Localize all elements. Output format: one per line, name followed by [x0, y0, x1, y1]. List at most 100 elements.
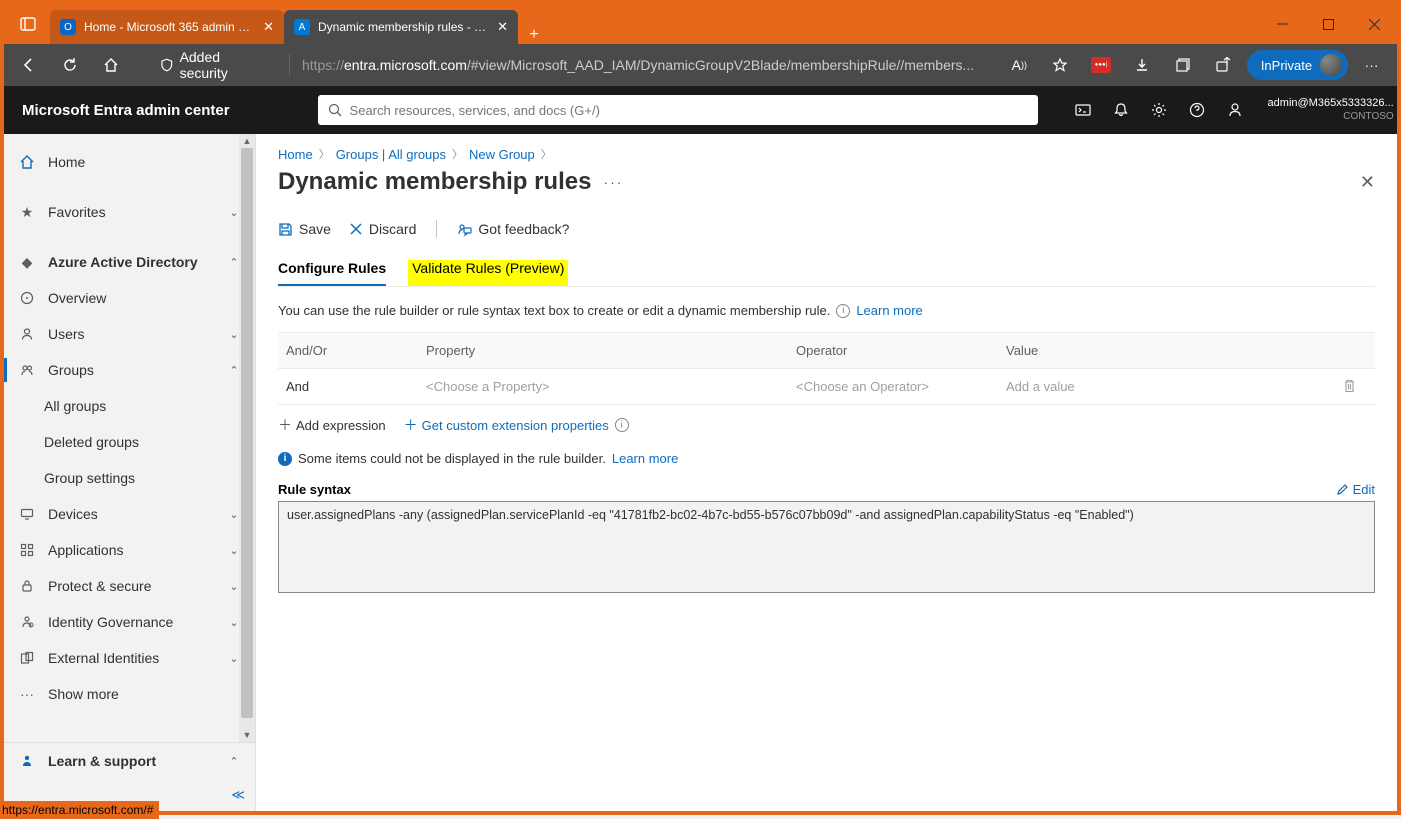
breadcrumb-groups[interactable]: Groups | All groups — [336, 147, 446, 162]
window-close-button[interactable] — [1351, 4, 1397, 44]
sidebar: Home ★ Favorites ⌄ ◆ Azure Active Direct… — [4, 134, 256, 811]
notifications-icon[interactable] — [1104, 86, 1138, 134]
sidebar-item-applications[interactable]: Applications ⌄ — [4, 532, 255, 568]
chevron-right-icon: 〉 — [541, 146, 552, 162]
add-expression-button[interactable]: ＋ Add expression — [278, 415, 386, 435]
learn-more-link[interactable]: Learn more — [856, 303, 922, 318]
portal-user[interactable]: admin@M365x5333326... CONTOSO — [1268, 95, 1401, 125]
save-button[interactable]: Save — [278, 221, 331, 237]
browser-tab-entra[interactable]: A Dynamic membership rules - Mic ✕ — [284, 10, 518, 44]
delete-row-button[interactable] — [1335, 369, 1375, 404]
sidebar-scrollbar[interactable]: ▲ ▼ — [239, 134, 255, 742]
page-title: Dynamic membership rules — [278, 168, 591, 196]
tab-actions-icon[interactable] — [10, 4, 46, 44]
favorites-icon[interactable] — [1043, 47, 1078, 83]
scroll-thumb[interactable] — [241, 148, 253, 718]
browser-titlebar: O Home - Microsoft 365 admin cen ✕ A Dyn… — [4, 4, 1397, 44]
sidebar-item-favorites[interactable]: ★ Favorites ⌄ — [4, 194, 255, 230]
portal-search[interactable] — [318, 95, 1038, 125]
rule-builder-table: And/Or Property Operator Value And <Choo… — [278, 332, 1375, 405]
sidebar-item-devices[interactable]: Devices ⌄ — [4, 496, 255, 532]
sidebar-item-aad[interactable]: ◆ Azure Active Directory ⌃ — [4, 244, 255, 280]
sidebar-item-identity-governance[interactable]: Identity Governance ⌄ — [4, 604, 255, 640]
governance-icon — [18, 615, 36, 629]
sidebar-label: Show more — [48, 686, 119, 702]
downloads-icon[interactable] — [1124, 47, 1159, 83]
help-icon[interactable] — [1180, 86, 1214, 134]
tab-validate-rules[interactable]: Validate Rules (Preview) — [408, 260, 568, 286]
new-tab-button[interactable]: + — [518, 26, 550, 44]
close-blade-button[interactable]: ✕ — [1360, 172, 1375, 193]
sidebar-item-protect[interactable]: Protect & secure ⌄ — [4, 568, 255, 604]
portal-title: Microsoft Entra admin center — [22, 102, 230, 119]
close-tab-icon[interactable]: ✕ — [497, 19, 508, 35]
sidebar-item-home[interactable]: Home — [4, 144, 255, 180]
feedback-icon[interactable] — [1218, 86, 1252, 134]
lock-icon — [18, 579, 36, 593]
info-icon[interactable]: i — [615, 418, 629, 432]
back-button[interactable] — [12, 47, 47, 83]
feedback-button[interactable]: Got feedback? — [457, 221, 569, 237]
trash-icon — [1343, 379, 1356, 393]
content-pane: Home 〉 Groups | All groups 〉 New Group 〉… — [256, 134, 1397, 811]
sidebar-sub-all-groups[interactable]: All groups — [4, 388, 255, 424]
col-property: Property — [418, 333, 788, 368]
discard-icon — [349, 222, 363, 236]
cell-andor[interactable]: And — [278, 369, 418, 404]
window-minimize-button[interactable] — [1259, 4, 1305, 44]
collections-icon[interactable] — [1165, 47, 1200, 83]
sidebar-label: Home — [48, 154, 85, 170]
inprivate-label: InPrivate — [1261, 58, 1312, 73]
settings-icon[interactable] — [1142, 86, 1176, 134]
search-input[interactable] — [350, 103, 1028, 118]
info-learn-more-link[interactable]: Learn more — [612, 451, 678, 466]
sidebar-item-groups[interactable]: Groups ⌃ — [4, 352, 255, 388]
security-badge[interactable]: Added security — [152, 49, 277, 81]
discard-button[interactable]: Discard — [349, 221, 416, 237]
read-aloud-icon[interactable]: A)) — [1002, 47, 1037, 83]
window-maximize-button[interactable] — [1305, 4, 1351, 44]
sidebar-item-users[interactable]: Users ⌄ — [4, 316, 255, 352]
sidebar-label: Identity Governance — [48, 614, 173, 630]
breadcrumb-newgroup[interactable]: New Group — [469, 147, 535, 162]
close-tab-icon[interactable]: ✕ — [263, 19, 274, 35]
sidebar-label: Protect & secure — [48, 578, 152, 594]
home-button[interactable] — [94, 47, 129, 83]
sidebar-item-learn[interactable]: Learn & support ⌃ — [4, 743, 255, 779]
address-bar[interactable]: https://entra.microsoft.com/#view/Micros… — [302, 50, 990, 80]
sidebar-label: Users — [48, 326, 85, 342]
inprivate-badge[interactable]: InPrivate — [1247, 50, 1348, 80]
portal-header: Microsoft Entra admin center admin@M365x… — [4, 86, 1397, 134]
rule-syntax-label: Rule syntax — [278, 482, 351, 497]
rule-row: And <Choose a Property> <Choose an Opera… — [278, 369, 1375, 404]
more-actions-icon[interactable]: ··· — [603, 174, 623, 190]
tab-configure-rules[interactable]: Configure Rules — [278, 260, 386, 286]
plus-icon: ＋ — [278, 415, 292, 435]
breadcrumb-home[interactable]: Home — [278, 147, 313, 162]
sidebar-item-external-identities[interactable]: External Identities ⌄ — [4, 640, 255, 676]
home-icon — [18, 154, 36, 170]
cell-operator[interactable]: <Choose an Operator> — [788, 369, 998, 404]
scroll-down-icon[interactable]: ▼ — [239, 728, 255, 742]
info-text: Some items could not be displayed in the… — [298, 451, 606, 466]
browser-tab-m365[interactable]: O Home - Microsoft 365 admin cen ✕ — [50, 10, 284, 44]
extension-lastpass-icon[interactable]: ●●●| — [1084, 47, 1119, 83]
sidebar-sub-group-settings[interactable]: Group settings — [4, 460, 255, 496]
refresh-button[interactable] — [53, 47, 88, 83]
more-icon[interactable]: ··· — [1354, 47, 1389, 83]
rule-syntax-textbox[interactable]: user.assignedPlans -any (assignedPlan.se… — [278, 501, 1375, 593]
cloud-shell-icon[interactable] — [1066, 86, 1100, 134]
cell-value[interactable]: Add a value — [998, 369, 1335, 404]
cell-property[interactable]: <Choose a Property> — [418, 369, 788, 404]
sidebar-sub-deleted-groups[interactable]: Deleted groups — [4, 424, 255, 460]
browser-toolbar: Added security https://entra.microsoft.c… — [4, 44, 1397, 86]
get-custom-properties-link[interactable]: ＋ Get custom extension properties i — [404, 415, 629, 435]
edit-rule-syntax-button[interactable]: Edit — [1336, 482, 1375, 497]
apps-icon — [18, 543, 36, 557]
info-icon[interactable]: i — [836, 304, 850, 318]
sidebar-item-overview[interactable]: Overview — [4, 280, 255, 316]
share-icon[interactable] — [1206, 47, 1241, 83]
sidebar-item-show-more[interactable]: ··· Show more — [4, 676, 255, 712]
pencil-icon — [1336, 483, 1349, 496]
scroll-up-icon[interactable]: ▲ — [239, 134, 255, 148]
